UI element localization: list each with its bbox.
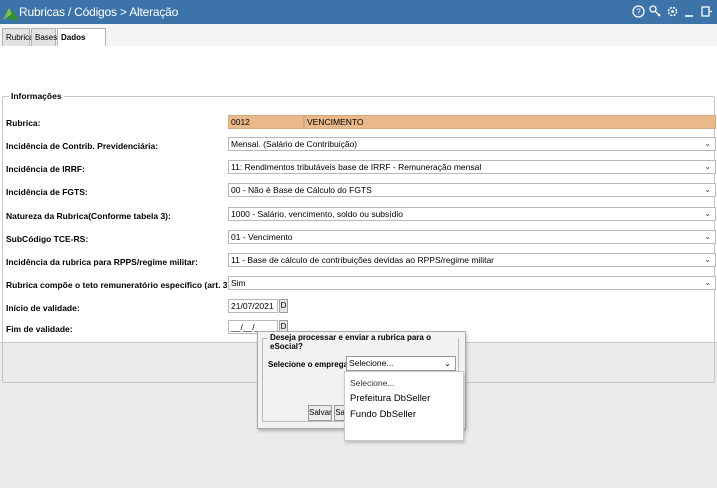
fim-label: Fim de validade:	[6, 324, 73, 334]
chevron-down-icon: ⌄	[704, 139, 711, 148]
app-logo-icon	[3, 8, 19, 20]
teto-select[interactable]: Sim ⌄	[228, 276, 716, 290]
dialog-legend: Deseja processar e enviar a rubrica para…	[268, 333, 458, 351]
subcodigo-label: SubCódigo TCE-RS:	[6, 234, 89, 244]
rubrica-code-field: 0012	[228, 115, 304, 129]
inc-fgts-value: 00 - Não é Base de Cálculo do FGTS	[231, 185, 372, 195]
close-icon[interactable]	[700, 5, 713, 19]
title-bar: Rubricas / Códigos > Alteração ?	[0, 0, 717, 24]
inc-rpps-value: 11 - Base de cálculo de contribuições de…	[231, 255, 495, 265]
window-title: Rubricas / Códigos > Alteração	[19, 5, 179, 19]
key-icon[interactable]	[649, 5, 662, 19]
tab-bar: Rubricas Bases Dados eSocial	[0, 24, 717, 59]
help-icon[interactable]: ?	[632, 5, 645, 19]
chevron-down-icon: ⌄	[704, 255, 711, 264]
inc-fgts-select[interactable]: 00 - Não é Base de Cálculo do FGTS ⌄	[228, 183, 716, 197]
inc-fgts-label: Incidência de FGTS:	[6, 187, 88, 197]
subcodigo-value: 01 - Vencimento	[231, 232, 293, 242]
chevron-down-icon: ⌄	[704, 232, 711, 241]
save-button[interactable]: Salvar	[308, 405, 332, 421]
minimize-icon[interactable]	[683, 5, 696, 19]
tab-bases[interactable]: Bases	[31, 28, 57, 46]
chevron-down-icon: ⌄	[704, 278, 711, 287]
dropdown-option-fundo[interactable]: Fundo DbSeller	[350, 409, 416, 420]
svg-text:?: ?	[636, 8, 641, 17]
inicio-input[interactable]: 21/07/2021	[228, 299, 278, 313]
chevron-down-icon: ⌄	[704, 162, 711, 171]
inicio-date-button[interactable]: D	[279, 299, 288, 313]
natureza-label: Natureza da Rubrica(Conforme tabela 3):	[6, 211, 171, 221]
inc-irrf-label: Incidência de IRRF:	[6, 164, 85, 174]
dropdown-option-selecione[interactable]: Selecione...	[350, 378, 394, 388]
inicio-label: Início de validade:	[6, 303, 80, 313]
employer-select-value: Selecione...	[349, 358, 394, 368]
inc-irrf-select[interactable]: 11: Rendimentos tributáveis base de IRRF…	[228, 160, 716, 174]
chevron-down-icon: ⌄	[704, 209, 711, 218]
employer-dropdown-list: Selecione... Prefeitura DbSeller Fundo D…	[344, 371, 464, 441]
natureza-value: 1000 - Salário, vencimento, soldo ou sub…	[231, 209, 403, 219]
inc-prev-value: Mensal. (Salário de Contribuição)	[231, 139, 358, 149]
subcodigo-select[interactable]: 01 - Vencimento ⌄	[228, 230, 716, 244]
rubrica-label: Rubrica:	[6, 118, 41, 128]
inc-prev-select[interactable]: Mensal. (Salário de Contribuição) ⌄	[228, 137, 716, 151]
inc-irrf-value: 11: Rendimentos tributáveis base de IRRF…	[231, 162, 482, 172]
inc-rpps-select[interactable]: 11 - Base de cálculo de contribuições de…	[228, 253, 716, 267]
natureza-select[interactable]: 1000 - Salário, vencimento, soldo ou sub…	[228, 207, 716, 221]
chevron-down-icon: ⌄	[704, 185, 711, 194]
inc-prev-label: Incidência de Contrib. Previdenciária:	[6, 141, 159, 151]
informacoes-legend: Informações	[9, 91, 64, 101]
chevron-down-icon: ⌄	[444, 359, 451, 368]
teto-value: Sim	[231, 278, 246, 288]
rubrica-description-field: VENCIMENTO	[304, 115, 716, 129]
dropdown-option-prefeitura[interactable]: Prefeitura DbSeller	[350, 393, 430, 404]
employer-select[interactable]: Selecione... ⌄	[346, 356, 456, 371]
settings-icon[interactable]	[666, 5, 679, 19]
tab-dados-esocial[interactable]: Dados eSocial	[57, 28, 106, 59]
tab-rubricas[interactable]: Rubricas	[2, 28, 38, 46]
inc-rpps-label: Incidência da rubrica para RPPS/regime m…	[6, 257, 198, 267]
